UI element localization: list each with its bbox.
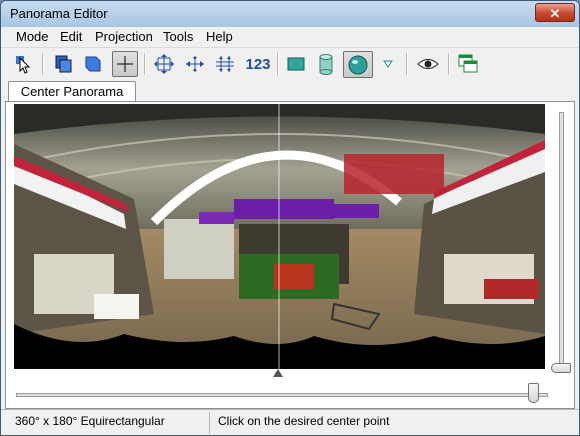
cylindrical-button[interactable] — [313, 51, 339, 77]
toolbar-separator — [448, 53, 450, 75]
rectilinear-projection-icon — [287, 57, 305, 71]
menu-tools[interactable]: Tools — [163, 29, 193, 44]
stretch-vertical-icon — [216, 56, 234, 72]
toolbar-separator — [406, 53, 408, 75]
panorama-editor-window: Panorama Editor ✕ Mode Edit Projection T… — [0, 0, 580, 436]
menu-projection[interactable]: Projection — [95, 29, 153, 44]
numbers-button[interactable]: 123 — [243, 51, 273, 77]
preview-button[interactable] — [415, 51, 441, 77]
menu-edit[interactable]: Edit — [60, 29, 82, 44]
crosshair-icon — [117, 56, 133, 72]
menu-help[interactable]: Help — [206, 29, 233, 44]
images-stack-icon — [55, 55, 72, 73]
toolbar-separator — [277, 53, 279, 75]
blue-page-icon — [85, 56, 101, 72]
projection-dropdown[interactable] — [375, 51, 401, 77]
images-button[interactable] — [50, 51, 76, 77]
eye-preview-icon — [417, 59, 439, 69]
move-button[interactable] — [151, 51, 177, 77]
window-title: Panorama Editor — [10, 6, 108, 21]
panorama-preview[interactable] — [14, 104, 545, 369]
cylindrical-projection-icon — [319, 54, 333, 75]
toolbar-separator — [144, 53, 146, 75]
horizontal-slider-track[interactable] — [16, 393, 548, 397]
menu-bar: Mode Edit Projection Tools Help — [1, 27, 579, 45]
status-projection: 360° x 180° Equirectangular — [15, 414, 165, 428]
toolbar: 123 — [1, 47, 579, 80]
dropdown-triangle-icon — [383, 60, 393, 68]
stretch-button[interactable] — [212, 51, 238, 77]
status-hint: Click on the desired center point — [218, 414, 390, 428]
select-arrow-icon — [16, 56, 31, 74]
windows-icon — [458, 54, 478, 73]
vertical-slider-track[interactable] — [559, 112, 564, 372]
vertical-slider-thumb[interactable] — [551, 363, 571, 373]
select-tool-button[interactable] — [11, 51, 37, 77]
crosshair-button[interactable] — [112, 51, 138, 77]
horizontal-slider-thumb[interactable] — [528, 383, 539, 403]
page-button[interactable] — [80, 51, 106, 77]
status-divider — [209, 412, 210, 434]
close-icon: ✕ — [549, 6, 561, 21]
windows-button[interactable] — [455, 51, 481, 77]
title-bar: Panorama Editor ✕ — [1, 1, 579, 28]
pan-horizontal-icon — [186, 56, 204, 72]
numbers-icon: 123 — [245, 55, 271, 73]
toolbar-separator — [42, 53, 44, 75]
status-bar: 360° x 180° Equirectangular Click on the… — [1, 409, 579, 435]
spherical-projection-icon — [348, 55, 368, 74]
move-all-icon — [154, 54, 174, 74]
pan-button[interactable] — [182, 51, 208, 77]
rectilinear-button[interactable] — [283, 51, 309, 77]
close-button[interactable]: ✕ — [535, 3, 575, 22]
spherical-button[interactable] — [343, 51, 373, 78]
menu-mode[interactable]: Mode — [16, 29, 49, 44]
panorama-image — [14, 104, 545, 369]
tab-center-panorama[interactable]: Center Panorama — [8, 81, 136, 102]
center-marker — [273, 369, 283, 377]
